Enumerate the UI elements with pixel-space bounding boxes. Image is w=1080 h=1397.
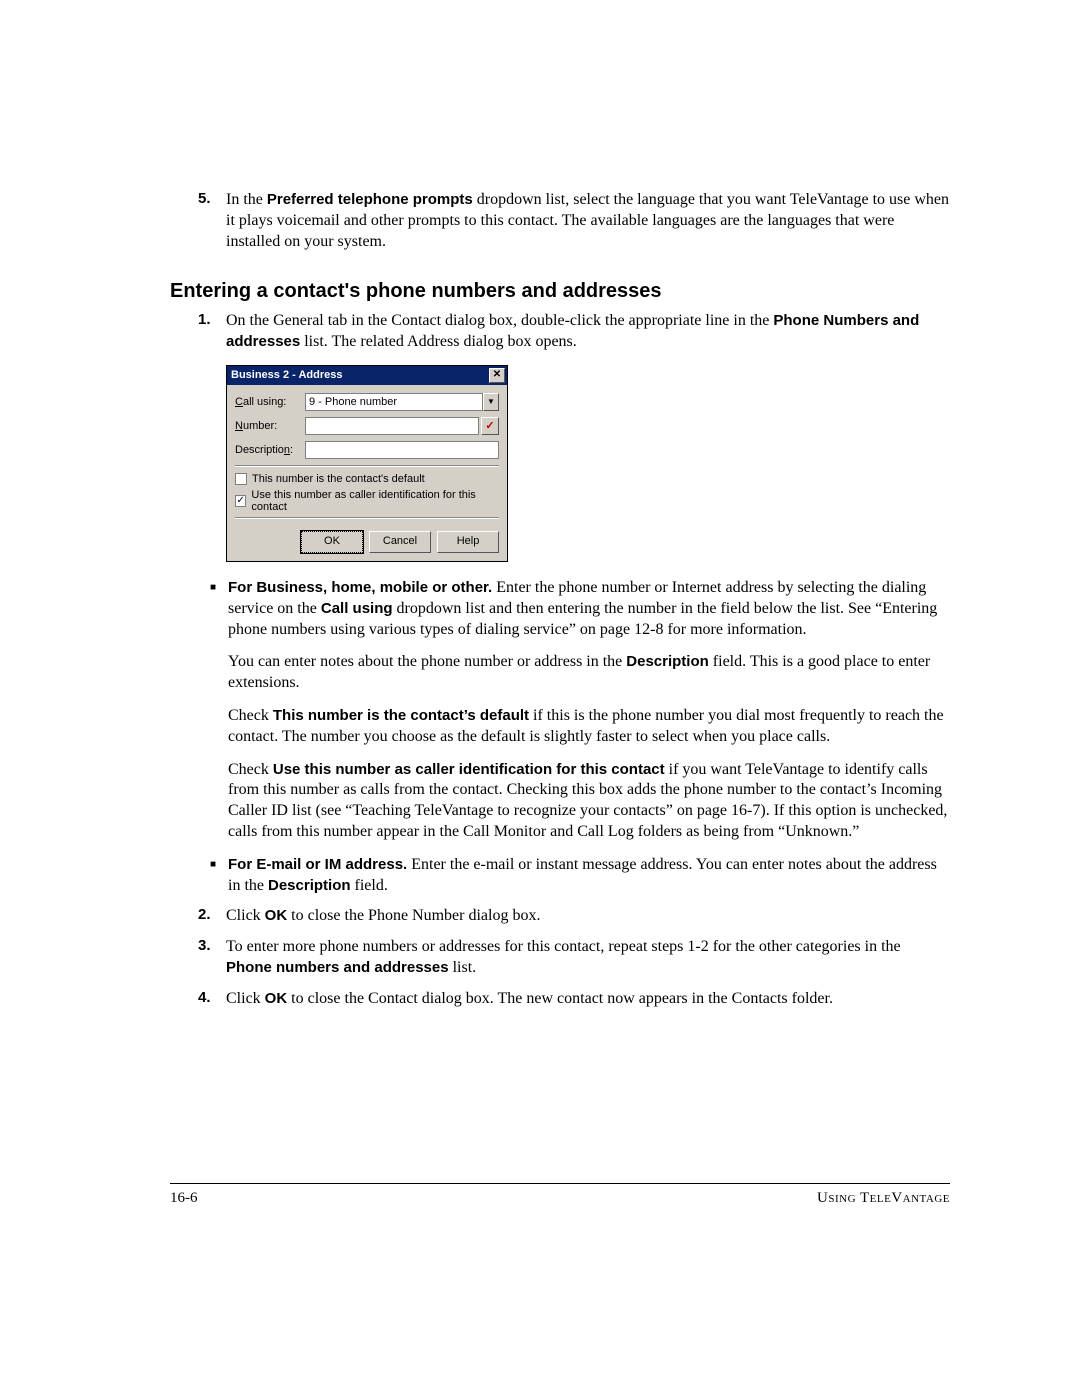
dialog-button-row: OK Cancel Help	[235, 525, 499, 557]
help-button[interactable]: Help	[437, 531, 499, 553]
bold-term: Phone numbers and addresses	[226, 959, 449, 976]
paragraph-default: Check This number is the contact’s defau…	[228, 706, 950, 748]
cancel-button[interactable]: Cancel	[369, 531, 431, 553]
step-1: 1. On the General tab in the Contact dia…	[198, 311, 950, 353]
text: to close the Phone Number dialog box.	[287, 907, 540, 924]
bullet-email: ■ For E-mail or IM address. Enter the e-…	[210, 855, 950, 897]
call-using-select[interactable]: 9 - Phone number	[305, 393, 483, 411]
step-number: 5.	[198, 190, 226, 252]
checkbox-default-row[interactable]: This number is the contact's default	[235, 473, 499, 485]
step-number: 1.	[198, 311, 226, 353]
checkbox-default[interactable]	[235, 473, 247, 485]
bold-term: Description	[626, 653, 709, 670]
step-number: 4.	[198, 989, 226, 1010]
checkmark-icon[interactable]: ✓	[481, 417, 499, 435]
bold-term: Preferred telephone prompts	[267, 191, 473, 208]
text: to close the Contact dialog box. The new…	[287, 990, 833, 1007]
bullet-business: ■ For Business, home, mobile or other. E…	[210, 578, 950, 640]
footer-title: Using TeleVantage	[817, 1190, 950, 1207]
bold-term: Call using	[321, 600, 393, 617]
bold-term: OK	[265, 990, 288, 1007]
step-body: Click OK to close the Contact dialog box…	[226, 989, 950, 1010]
bullet-body: For E-mail or IM address. Enter the e-ma…	[228, 855, 950, 897]
step-body: To enter more phone numbers or addresses…	[226, 937, 950, 979]
step-4: 4. Click OK to close the Contact dialog …	[198, 989, 950, 1010]
text: Click	[226, 990, 265, 1007]
checkbox-label: Use this number as caller identification…	[251, 489, 499, 513]
bullet-body: For Business, home, mobile or other. Ent…	[228, 578, 950, 640]
label-number: Number:	[235, 420, 305, 432]
text: On the General tab in the Contact dialog…	[226, 312, 773, 329]
step-body: In the Preferred telephone prompts dropd…	[226, 190, 950, 252]
step-number: 3.	[198, 937, 226, 979]
text: Click	[226, 907, 265, 924]
bullet-icon: ■	[210, 855, 228, 897]
text: To enter more phone numbers or addresses…	[226, 938, 901, 955]
paragraph-callerid: Check Use this number as caller identifi…	[228, 760, 950, 843]
text: In the	[226, 191, 267, 208]
ok-button[interactable]: OK	[301, 531, 363, 553]
row-description: Description:	[235, 441, 499, 459]
page-number: 16-6	[170, 1190, 198, 1207]
bullet-icon: ■	[210, 578, 228, 640]
text: Check	[228, 707, 273, 724]
select-value: 9 - Phone number	[309, 394, 397, 410]
close-icon[interactable]: ✕	[489, 368, 505, 383]
divider	[235, 517, 499, 519]
checkbox-label: This number is the contact's default	[252, 473, 425, 485]
label-call-using: Call using:	[235, 396, 305, 408]
checkbox-callerid-row[interactable]: ✓ Use this number as caller identificati…	[235, 489, 499, 513]
text: list.	[449, 959, 477, 976]
text: You can enter notes about the phone numb…	[228, 653, 626, 670]
dialog-title: Business 2 - Address	[231, 369, 342, 381]
step-2: 2. Click OK to close the Phone Number di…	[198, 906, 950, 927]
address-dialog: Business 2 - Address ✕ Call using: 9 - P…	[226, 365, 508, 562]
step-5: 5. In the Preferred telephone prompts dr…	[198, 190, 950, 252]
step-number: 2.	[198, 906, 226, 927]
text: field.	[351, 877, 388, 894]
chevron-down-icon[interactable]: ▼	[483, 393, 499, 411]
row-call-using: Call using: 9 - Phone number ▼	[235, 393, 499, 411]
page-content: 5. In the Preferred telephone prompts dr…	[0, 0, 1080, 1010]
bold-term: OK	[265, 907, 288, 924]
label-description: Description:	[235, 444, 305, 456]
step-body: Click OK to close the Phone Number dialo…	[226, 906, 950, 927]
page-footer: 16-6 Using TeleVantage	[170, 1183, 950, 1207]
section-heading: Entering a contact's phone numbers and a…	[170, 280, 950, 303]
dialog-body: Call using: 9 - Phone number ▼ Number: ✓…	[227, 385, 507, 561]
bold-term: This number is the contact’s default	[273, 707, 529, 724]
checkbox-callerid[interactable]: ✓	[235, 495, 246, 507]
divider	[235, 465, 499, 467]
dialog-titlebar[interactable]: Business 2 - Address ✕	[227, 366, 507, 385]
number-input[interactable]	[305, 417, 479, 435]
paragraph-description: You can enter notes about the phone numb…	[228, 652, 950, 694]
bullet-lead: For E-mail or IM address.	[228, 856, 407, 873]
bold-term: Use this number as caller identification…	[273, 761, 665, 778]
text: Check	[228, 761, 273, 778]
description-input[interactable]	[305, 441, 499, 459]
bullet-lead: For Business, home, mobile or other.	[228, 579, 492, 596]
text: list. The related Address dialog box ope…	[300, 333, 577, 350]
step-3: 3. To enter more phone numbers or addres…	[198, 937, 950, 979]
step-body: On the General tab in the Contact dialog…	[226, 311, 950, 353]
row-number: Number: ✓	[235, 417, 499, 435]
bold-term: Description	[268, 877, 351, 894]
